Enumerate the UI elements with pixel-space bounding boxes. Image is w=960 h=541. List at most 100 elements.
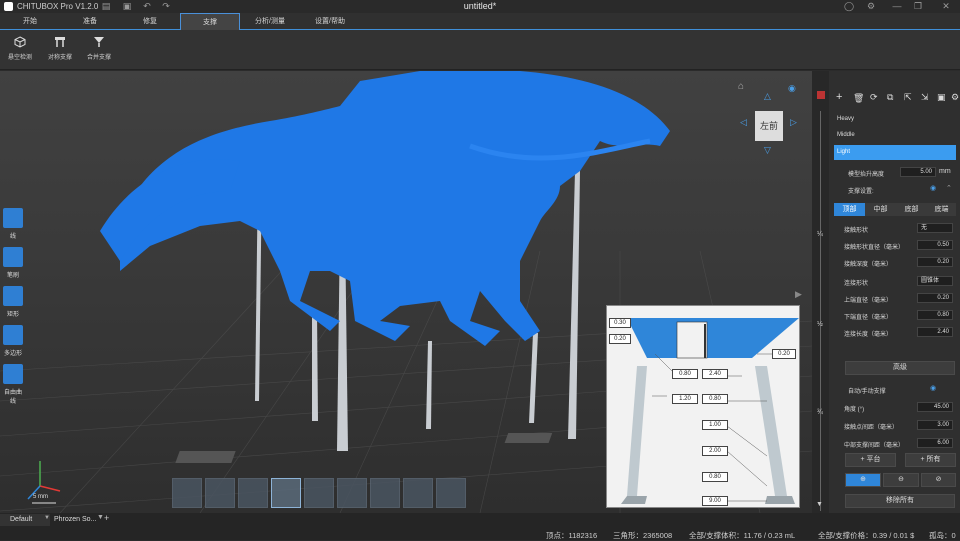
tab-analysis[interactable]: 分析/测量 (240, 13, 300, 30)
view-right-icon[interactable]: ▷ (790, 117, 797, 128)
dim-top-offset: 0.30 (609, 318, 631, 328)
line-tool-icon (3, 208, 23, 228)
view-up-icon[interactable]: △ (764, 91, 771, 102)
copy-icon[interactable]: ⧉ (887, 92, 893, 103)
connect-shape-select[interactable]: 圆锥体 (917, 276, 953, 286)
middle-spacing-input[interactable]: 6.00 (917, 438, 953, 448)
preset-light[interactable]: Light (834, 145, 956, 160)
refresh-icon[interactable]: ⟳ (870, 92, 878, 103)
advanced-button[interactable]: 高级 (845, 361, 955, 375)
subtab-middle[interactable]: 中部 (865, 203, 896, 216)
support-style-9[interactable] (436, 478, 466, 508)
tool-label: 线 (9, 234, 16, 240)
contact-depth-input[interactable]: 0.20 (917, 257, 953, 267)
status-price: 全部/支撑价格：0.39 / 0.01 $ (818, 531, 915, 540)
subtab-top[interactable]: 顶部 (834, 203, 865, 216)
dim-080a: 0.80 (672, 369, 698, 379)
view-cube-left: 左 (759, 121, 769, 131)
freeform-tool[interactable]: 自由曲线 (2, 364, 24, 405)
polygon-tool[interactable]: 多边形 (2, 325, 24, 357)
rectangle-tool[interactable]: 矩形 (2, 286, 24, 318)
view-cube[interactable]: 左前 (755, 111, 783, 141)
account-icon[interactable]: ◯ (843, 0, 855, 13)
remove-all-button[interactable]: 移除所有 (845, 494, 955, 508)
slider-handle-icon[interactable]: ▼ (816, 501, 823, 508)
platform-button[interactable]: + 平台 (845, 453, 896, 467)
dim-120: 1.20 (672, 394, 698, 404)
support-style-2[interactable] (205, 478, 235, 508)
field-label: 接触形状 (844, 228, 869, 234)
tab-repair[interactable]: 修复 (120, 13, 180, 30)
home-view-icon[interactable]: ⌂ (738, 81, 744, 92)
lower-diameter-input[interactable]: 0.80 (917, 310, 953, 320)
lift-height-label: 模型抬升高度 (848, 172, 885, 178)
support-visibility-icon[interactable]: ◉ (930, 184, 936, 192)
panel-expand-icon[interactable]: ▶ (795, 289, 802, 300)
support-style-4[interactable] (271, 478, 301, 508)
support-style-7[interactable] (370, 478, 400, 508)
support-style-3[interactable] (238, 478, 268, 508)
settings-icon[interactable]: ⚙ (865, 0, 877, 13)
file-tab-default[interactable]: Default (0, 514, 50, 526)
preset-middle[interactable]: Middle (834, 128, 956, 143)
tab-settings-help[interactable]: 设置/帮助 (300, 13, 360, 30)
field-label: 连接形状 (844, 281, 869, 287)
view-down-icon[interactable]: ▽ (764, 145, 771, 156)
support-settings-label: 支撑设置: (848, 189, 874, 195)
contact-spacing-input[interactable]: 3.00 (917, 420, 953, 430)
tab-dropdown-icon[interactable]: ▼ (97, 514, 104, 521)
slider-mark: ¼ (817, 231, 823, 238)
minimize-icon[interactable]: — (891, 0, 903, 13)
settings-preset-icon[interactable]: ⚙ (951, 92, 959, 103)
connect-length-input[interactable]: 2.40 (917, 327, 953, 337)
remove-support-icon[interactable]: ⊖ (883, 473, 919, 487)
import-icon[interactable]: ⇲ (921, 92, 929, 103)
visibility-eye-icon[interactable]: ◉ (788, 83, 796, 94)
merge-support-icon (94, 37, 104, 47)
symmetric-support-button[interactable]: 对称支撑 (40, 34, 80, 61)
contact-shape-select[interactable]: 无 (917, 223, 953, 233)
auto-visibility-icon[interactable]: ◉ (930, 384, 936, 392)
line-tool[interactable]: 线 (2, 208, 24, 240)
field-label: 接触深度（毫米） (844, 262, 893, 268)
subtab-bottom[interactable]: 底部 (896, 203, 927, 216)
tab-support[interactable]: 支撑 (180, 13, 240, 30)
tab-dropdown-icon[interactable]: ▼ (44, 515, 50, 521)
tool-label: 多边形 (3, 351, 22, 357)
close-slider-icon[interactable] (817, 91, 825, 99)
upper-diameter-input[interactable]: 0.20 (917, 293, 953, 303)
support-style-8[interactable] (403, 478, 433, 508)
lift-height-input[interactable]: 5.00 (900, 167, 936, 177)
add-support-icon[interactable]: ⊕ (845, 473, 881, 487)
dim-080c: 0.80 (702, 472, 728, 482)
support-style-5[interactable] (304, 478, 334, 508)
slider-track (820, 111, 821, 511)
save-preset-icon[interactable]: ▣ (937, 92, 946, 103)
preset-heavy[interactable]: Heavy (834, 112, 956, 127)
add-icon[interactable]: + (836, 91, 842, 103)
overhang-detect-button[interactable]: 悬空检测 (0, 34, 40, 61)
all-button[interactable]: + 所有 (905, 453, 956, 467)
restore-icon[interactable]: ❐ (912, 0, 924, 13)
field-label: 中部支撑间距（毫米） (844, 443, 905, 449)
layer-slider[interactable]: ▼ ¼ ½ ¾ (812, 71, 829, 513)
add-tab-icon[interactable]: + (104, 513, 109, 523)
support-style-1[interactable] (172, 478, 202, 508)
collapse-icon[interactable]: ⌃ (946, 184, 952, 192)
support-style-6[interactable] (337, 478, 367, 508)
trash-icon[interactable]: 🗑 (853, 93, 864, 104)
scale-label: 5 mm (33, 494, 48, 500)
edit-support-icon[interactable]: ⊘ (921, 473, 956, 487)
angle-input[interactable]: 45.00 (917, 402, 953, 412)
brush-tool[interactable]: 笔刷 (2, 247, 24, 279)
tool-label: 合并支撑 (86, 55, 111, 61)
close-icon[interactable]: ✕ (940, 0, 952, 13)
tab-start[interactable]: 开始 (0, 13, 60, 30)
title-bar: CHITUBOX Pro V1.2.0 ▤ ▣ ↶ ↷ untitled* ◯ … (0, 0, 960, 13)
contact-diameter-input[interactable]: 0.50 (917, 240, 953, 250)
merge-support-button[interactable]: 合并支撑 (79, 34, 119, 61)
export-icon[interactable]: ⇱ (904, 92, 912, 103)
subtab-end[interactable]: 底端 (927, 203, 956, 216)
tab-prepare[interactable]: 准备 (60, 13, 120, 30)
view-left-icon[interactable]: ◁ (740, 117, 747, 128)
